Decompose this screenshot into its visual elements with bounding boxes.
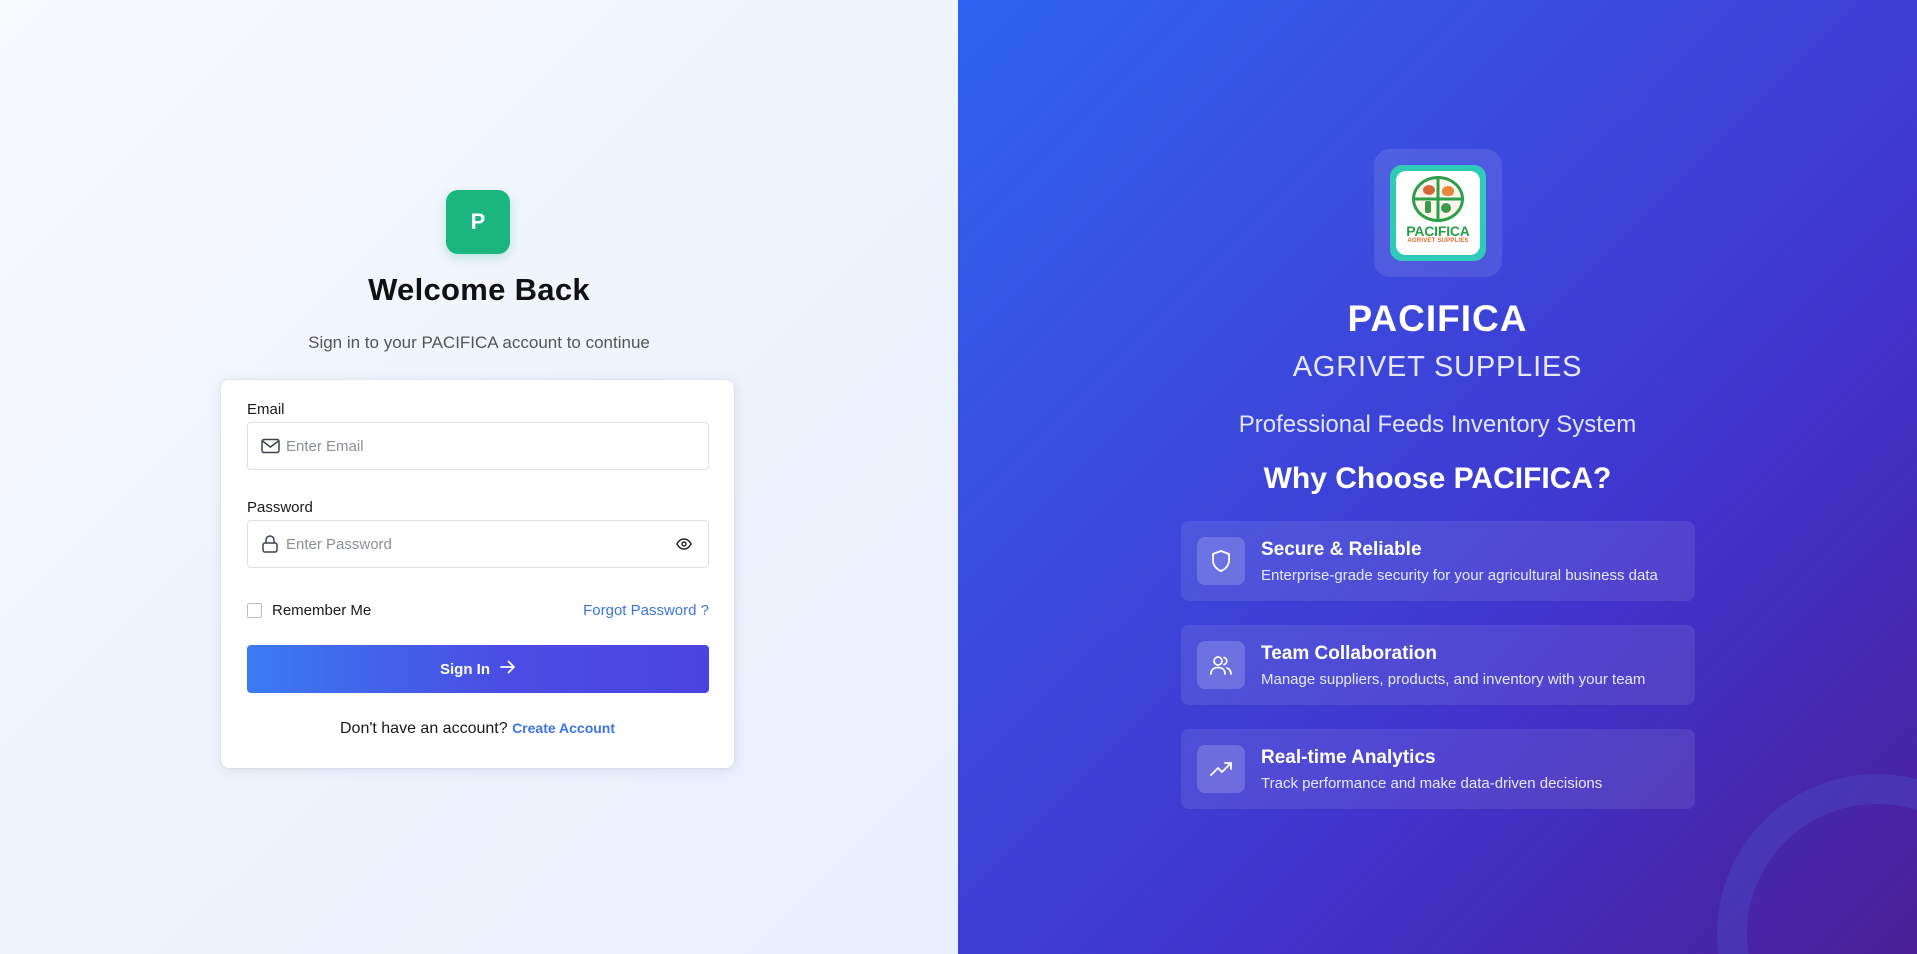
feature-card-team: Team Collaboration Manage suppliers, pro…	[1181, 625, 1695, 705]
mail-icon	[260, 436, 280, 456]
logo-frame: PACIFICA AGRIVET SUPPLIES	[1374, 149, 1502, 277]
tagline: Professional Feeds Inventory System	[1238, 411, 1637, 438]
page-title: Welcome Back	[368, 272, 590, 307]
feature-card-secure: Secure & Reliable Enterprise-grade secur…	[1181, 521, 1695, 601]
brand-badge: P	[446, 190, 510, 254]
pacifica-logo: PACIFICA AGRIVET SUPPLIES	[1390, 165, 1486, 261]
feature-description: Manage suppliers, products, and inventor…	[1261, 670, 1646, 688]
email-input-box[interactable]	[247, 422, 709, 470]
password-input-box[interactable]	[247, 520, 709, 568]
users-icon	[1197, 641, 1245, 689]
shield-icon	[1197, 537, 1245, 585]
feature-description: Enterprise-grade security for your agric…	[1261, 566, 1658, 584]
sign-in-label: Sign In	[440, 660, 490, 678]
remember-me-checkbox[interactable]	[247, 603, 262, 618]
logo-submark: AGRIVET SUPPLIES	[1407, 238, 1469, 244]
email-label: Email	[247, 401, 285, 418]
login-form: Email Password Remember Me Forgot Passwo…	[221, 380, 734, 768]
brand-title: PACIFICA	[1347, 298, 1528, 339]
remember-me[interactable]: Remember Me	[247, 602, 371, 619]
feature-title: Real-time Analytics	[1261, 746, 1436, 768]
remember-me-label: Remember Me	[272, 602, 372, 619]
logo-wordmark: PACIFICA	[1406, 223, 1470, 239]
eye-icon[interactable]	[674, 534, 694, 554]
arrow-right-icon	[500, 660, 516, 678]
feature-description: Track performance and make data-driven d…	[1261, 774, 1603, 792]
feature-title: Secure & Reliable	[1261, 538, 1422, 560]
brand-subtitle: AGRIVET SUPPLIES	[1292, 351, 1583, 383]
signup-prompt: Don't have an account?	[339, 720, 508, 737]
feature-title: Team Collaboration	[1261, 642, 1437, 664]
create-account-link[interactable]: Create Account	[512, 720, 615, 736]
login-panel: P Welcome Back Sign in to your PACIFICA …	[0, 0, 958, 954]
sign-in-button[interactable]: Sign In	[247, 645, 709, 693]
signup-line: Don't have an account? Create Account	[221, 720, 734, 738]
page-subtitle: Sign in to your PACIFICA account to cont…	[308, 333, 650, 352]
feature-card-analytics: Real-time Analytics Track performance an…	[1181, 729, 1695, 809]
trending-up-icon	[1197, 745, 1245, 793]
forgot-password-link[interactable]: Forgot Password ?	[583, 602, 709, 619]
password-input[interactable]	[286, 521, 674, 567]
logo-emblem-icon	[1412, 176, 1464, 222]
why-heading: Why Choose PACIFICA?	[1263, 462, 1612, 495]
promo-panel: PACIFICA AGRIVET SUPPLIES PACIFICA AGRIV…	[958, 0, 1917, 954]
lock-icon	[260, 534, 280, 554]
email-input[interactable]	[286, 423, 708, 469]
password-label: Password	[247, 499, 313, 516]
